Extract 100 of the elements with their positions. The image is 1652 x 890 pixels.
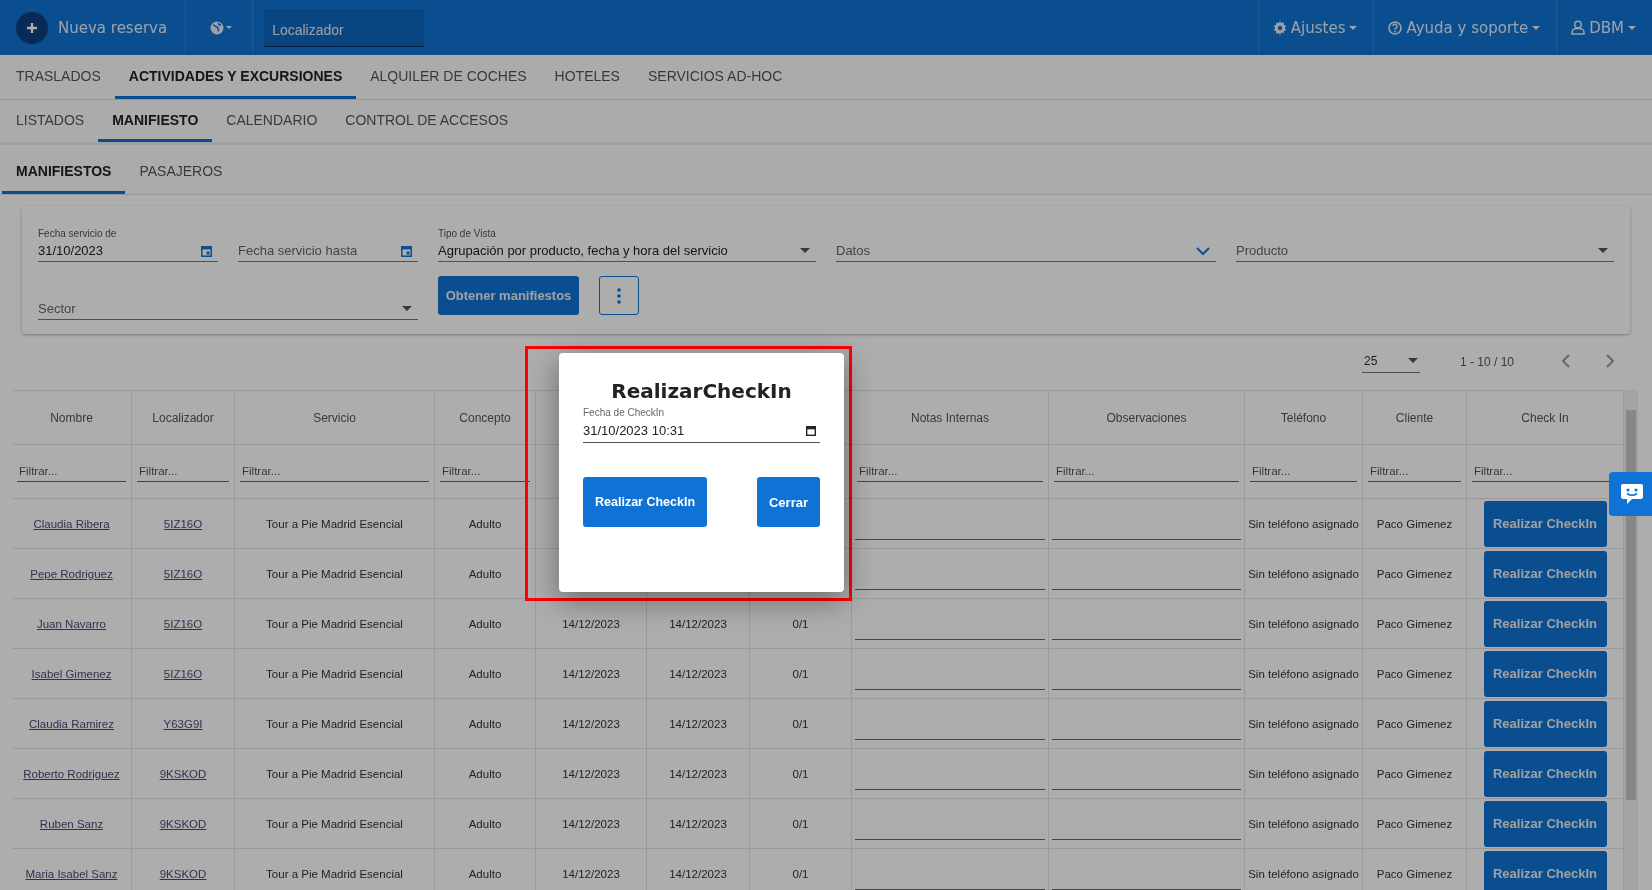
table-cell: 0/1 (792, 667, 809, 680)
chevron-left-icon (1562, 353, 1570, 368)
tab[interactable]: SERVICIOS AD-HOC (633, 55, 797, 99)
check-in-button[interactable]: Realizar CheckIn (583, 477, 707, 527)
check-in-button[interactable]: Realizar CheckIn (1483, 650, 1607, 697)
locator-link[interactable]: 5IZ16O (163, 617, 203, 630)
passenger-name-link[interactable]: Isabel Gimenez (31, 667, 112, 680)
column-filter-field[interactable]: Filtrar... (440, 461, 530, 482)
column-header: Concepto (435, 391, 536, 445)
chevron-right-icon (1606, 353, 1614, 368)
filter-field[interactable]: Fecha servicio de 31/10/2023 (38, 228, 218, 262)
filter-field[interactable]: Sector (38, 301, 418, 320)
table-cell: 14/12/2023 (562, 867, 620, 880)
check-in-button[interactable]: Realizar CheckIn (1483, 500, 1607, 547)
locator-link[interactable]: 5IZ16O (163, 667, 203, 680)
more-options-button[interactable] (599, 276, 639, 315)
tab[interactable]: MANIFIESTO (98, 100, 213, 142)
passenger-name-link[interactable]: Ruben Sanz (39, 817, 104, 830)
column-filter-field[interactable]: Filtrar... (1054, 461, 1239, 482)
filter-field[interactable]: Producto (1236, 243, 1614, 262)
check-in-button[interactable]: Realizar CheckIn (1483, 600, 1607, 647)
table-cell: Paco Gimenez (1376, 767, 1453, 780)
check-in-button[interactable]: Realizar CheckIn (1483, 850, 1607, 890)
caret-icon (1628, 25, 1636, 30)
locator-link[interactable]: 9KSKOD (159, 867, 207, 880)
column-header: Localizador (132, 391, 235, 445)
table-cell: Adulto (468, 817, 502, 830)
table-cell: Paco Gimenez (1376, 817, 1453, 830)
chat-button[interactable] (1609, 472, 1652, 516)
filter-field[interactable]: Tipo de Vista Agrupación por producto, fecha y hora del servicio (438, 228, 816, 262)
plus-icon (26, 21, 38, 34)
date-time-field[interactable]: Fecha de CheckIn 31/10/2023 10:31 (583, 407, 820, 443)
caret-icon (402, 306, 412, 311)
search-field[interactable]: Localizador (264, 8, 425, 47)
passenger-name-link[interactable]: Juan Navarro (36, 617, 106, 630)
table-cell: Sin teléfono asignado (1248, 767, 1359, 780)
table-cell: Paco Gimenez (1376, 667, 1453, 680)
tab[interactable]: CALENDARIO (212, 100, 332, 142)
tab[interactable]: TRASLADOS (2, 55, 115, 99)
passenger-name-link[interactable]: Maria Isabel Sanz (25, 867, 118, 880)
table-cell: Sin teléfono asignado (1248, 817, 1359, 830)
passenger-name-link[interactable]: Roberto Rodriguez (23, 767, 120, 780)
tab[interactable]: ALQUILER DE COCHES (356, 55, 541, 99)
column-filter-field[interactable]: Filtrar... (857, 461, 1043, 482)
table-cell: 0/1 (792, 617, 809, 630)
table-cell: Paco Gimenez (1376, 517, 1453, 530)
passenger-name-link[interactable]: Pepe Rodriguez (30, 567, 113, 580)
caret-icon (1349, 25, 1358, 30)
check-in-button[interactable]: Realizar CheckIn (1483, 800, 1607, 847)
close-button[interactable]: Cerrar (756, 477, 820, 527)
table-cell: 14/12/2023 (669, 867, 727, 880)
scrollbar[interactable] (1624, 390, 1638, 890)
locator-link[interactable]: 9KSKOD (159, 767, 207, 780)
table-cell: 14/12/2023 (669, 817, 727, 830)
table-cell: Adulto (468, 567, 502, 580)
locator-link[interactable]: Y63G9I (163, 717, 203, 730)
table-cell: Adulto (468, 617, 502, 630)
tab[interactable]: HOTELES (540, 55, 634, 99)
tab[interactable]: CONTROL DE ACCESOS (331, 100, 523, 142)
table-cell: Sin teléfono asignado (1248, 667, 1359, 680)
more-vertical-icon (617, 287, 621, 304)
column-header: Cliente (1363, 391, 1467, 445)
table-cell: Tour a Pie Madrid Esencial (266, 717, 403, 730)
field-label: Fecha servicio de (38, 228, 118, 239)
caret-icon (1598, 248, 1608, 253)
tab[interactable]: LISTADOS (2, 100, 99, 142)
page-size-select[interactable]: 25 (1361, 351, 1420, 373)
table-cell: Adulto (468, 517, 502, 530)
column-filter-field[interactable]: Filtrar... (17, 461, 126, 482)
filter-field[interactable]: Fecha servicio hasta (238, 243, 418, 262)
calendar-icon (401, 244, 412, 257)
check-in-button[interactable]: Realizar CheckIn (1483, 550, 1607, 597)
page-range: 1 - 10 / 10 (1459, 355, 1514, 369)
passenger-name-link[interactable]: Claudia Ramirez (29, 717, 114, 730)
get-manifests-button[interactable]: Obtener manifiestos (438, 276, 579, 315)
column-filter-field[interactable]: Filtrar... (1368, 461, 1461, 482)
column-header: Notas Internas (852, 391, 1049, 445)
check-in-button[interactable]: Realizar CheckIn (1483, 750, 1607, 797)
column-filter-field[interactable]: Filtrar... (1250, 461, 1357, 482)
locator-link[interactable]: 5IZ16O (163, 517, 203, 530)
column-header: Observaciones (1049, 391, 1245, 445)
table-cell: Paco Gimenez (1376, 717, 1453, 730)
column-filter-field[interactable]: Filtrar... (137, 461, 229, 482)
locator-link[interactable]: 5IZ16O (163, 567, 203, 580)
filter-field[interactable]: Datos (836, 243, 1216, 262)
check-in-button[interactable]: Realizar CheckIn (1483, 700, 1607, 747)
tab[interactable]: PASAJEROS (125, 150, 237, 194)
caret-icon (800, 248, 810, 253)
locator-link[interactable]: 9KSKOD (159, 817, 207, 830)
table-cell: Sin teléfono asignado (1248, 567, 1359, 580)
passenger-name-link[interactable]: Claudia Ribera (33, 517, 110, 530)
table-cell: 14/12/2023 (562, 717, 620, 730)
field-placeholder: Fecha servicio hasta (238, 243, 358, 258)
column-header: Servicio (235, 391, 435, 445)
table-cell: Sin teléfono asignado (1248, 717, 1359, 730)
tab[interactable]: MANIFIESTOS (2, 150, 126, 194)
table-cell: 14/12/2023 (669, 767, 727, 780)
chat-icon (1620, 483, 1644, 505)
column-filter-field[interactable]: Filtrar... (240, 461, 429, 482)
table-cell: 14/12/2023 (669, 717, 727, 730)
